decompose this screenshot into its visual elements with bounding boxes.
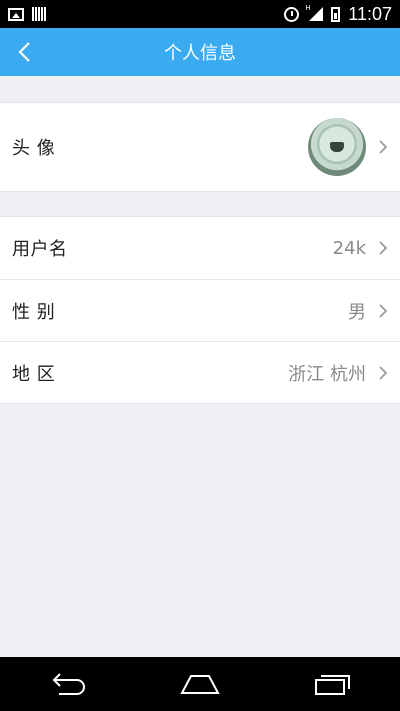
region-label: 地 区 xyxy=(12,363,56,385)
network-type-label: H xyxy=(305,4,311,12)
gender-value: 男 xyxy=(348,301,366,323)
status-bar: H 11:07 xyxy=(0,0,400,28)
barcode-icon xyxy=(32,7,46,21)
nav-recent-button[interactable] xyxy=(303,664,363,704)
battery-icon xyxy=(331,6,341,22)
chevron-right-icon xyxy=(379,303,388,318)
signal-icon: H xyxy=(305,4,324,21)
chevron-right-icon xyxy=(379,365,388,380)
chevron-right-icon xyxy=(379,241,388,255)
status-left xyxy=(8,7,46,21)
username-label: 用户名 xyxy=(12,239,68,260)
chevron-left-icon xyxy=(18,42,30,62)
gender-row[interactable]: 性 别 男 xyxy=(0,279,400,341)
image-icon xyxy=(8,7,24,21)
avatar-label: 头 像 xyxy=(12,138,56,159)
nav-back-button[interactable] xyxy=(37,664,97,704)
username-value: 24k xyxy=(332,237,366,259)
region-row[interactable]: 地 区 浙江 杭州 xyxy=(0,341,400,403)
nav-home-button[interactable] xyxy=(170,664,230,704)
username-row[interactable]: 用户名 24k xyxy=(0,217,400,279)
back-icon xyxy=(52,673,85,695)
avatar-emblem xyxy=(330,142,344,152)
region-value: 浙江 杭州 xyxy=(288,363,366,385)
avatar xyxy=(308,118,366,176)
avatar-row-right xyxy=(308,118,388,176)
alarm-icon xyxy=(284,6,300,22)
gender-label: 性 别 xyxy=(12,301,56,323)
page-title: 个人信息 xyxy=(164,43,236,64)
username-row-right: 24k xyxy=(333,238,388,259)
recent-apps-icon xyxy=(315,675,351,695)
gender-row-right: 男 xyxy=(348,298,388,324)
status-right: H 11:07 xyxy=(284,4,392,25)
info-section: 用户名 24k 性 别 男 地 区 浙江 杭州 xyxy=(0,216,400,404)
home-icon xyxy=(180,675,220,694)
avatar-row[interactable]: 头 像 xyxy=(0,103,400,191)
region-row-right: 浙江 杭州 xyxy=(288,360,388,386)
chevron-right-icon xyxy=(379,140,388,154)
navigation-bar xyxy=(0,657,400,711)
title-bar: 个人信息 xyxy=(0,28,400,76)
status-time: 11:07 xyxy=(348,3,392,24)
back-button[interactable] xyxy=(4,28,44,76)
avatar-section: 头 像 xyxy=(0,102,400,192)
